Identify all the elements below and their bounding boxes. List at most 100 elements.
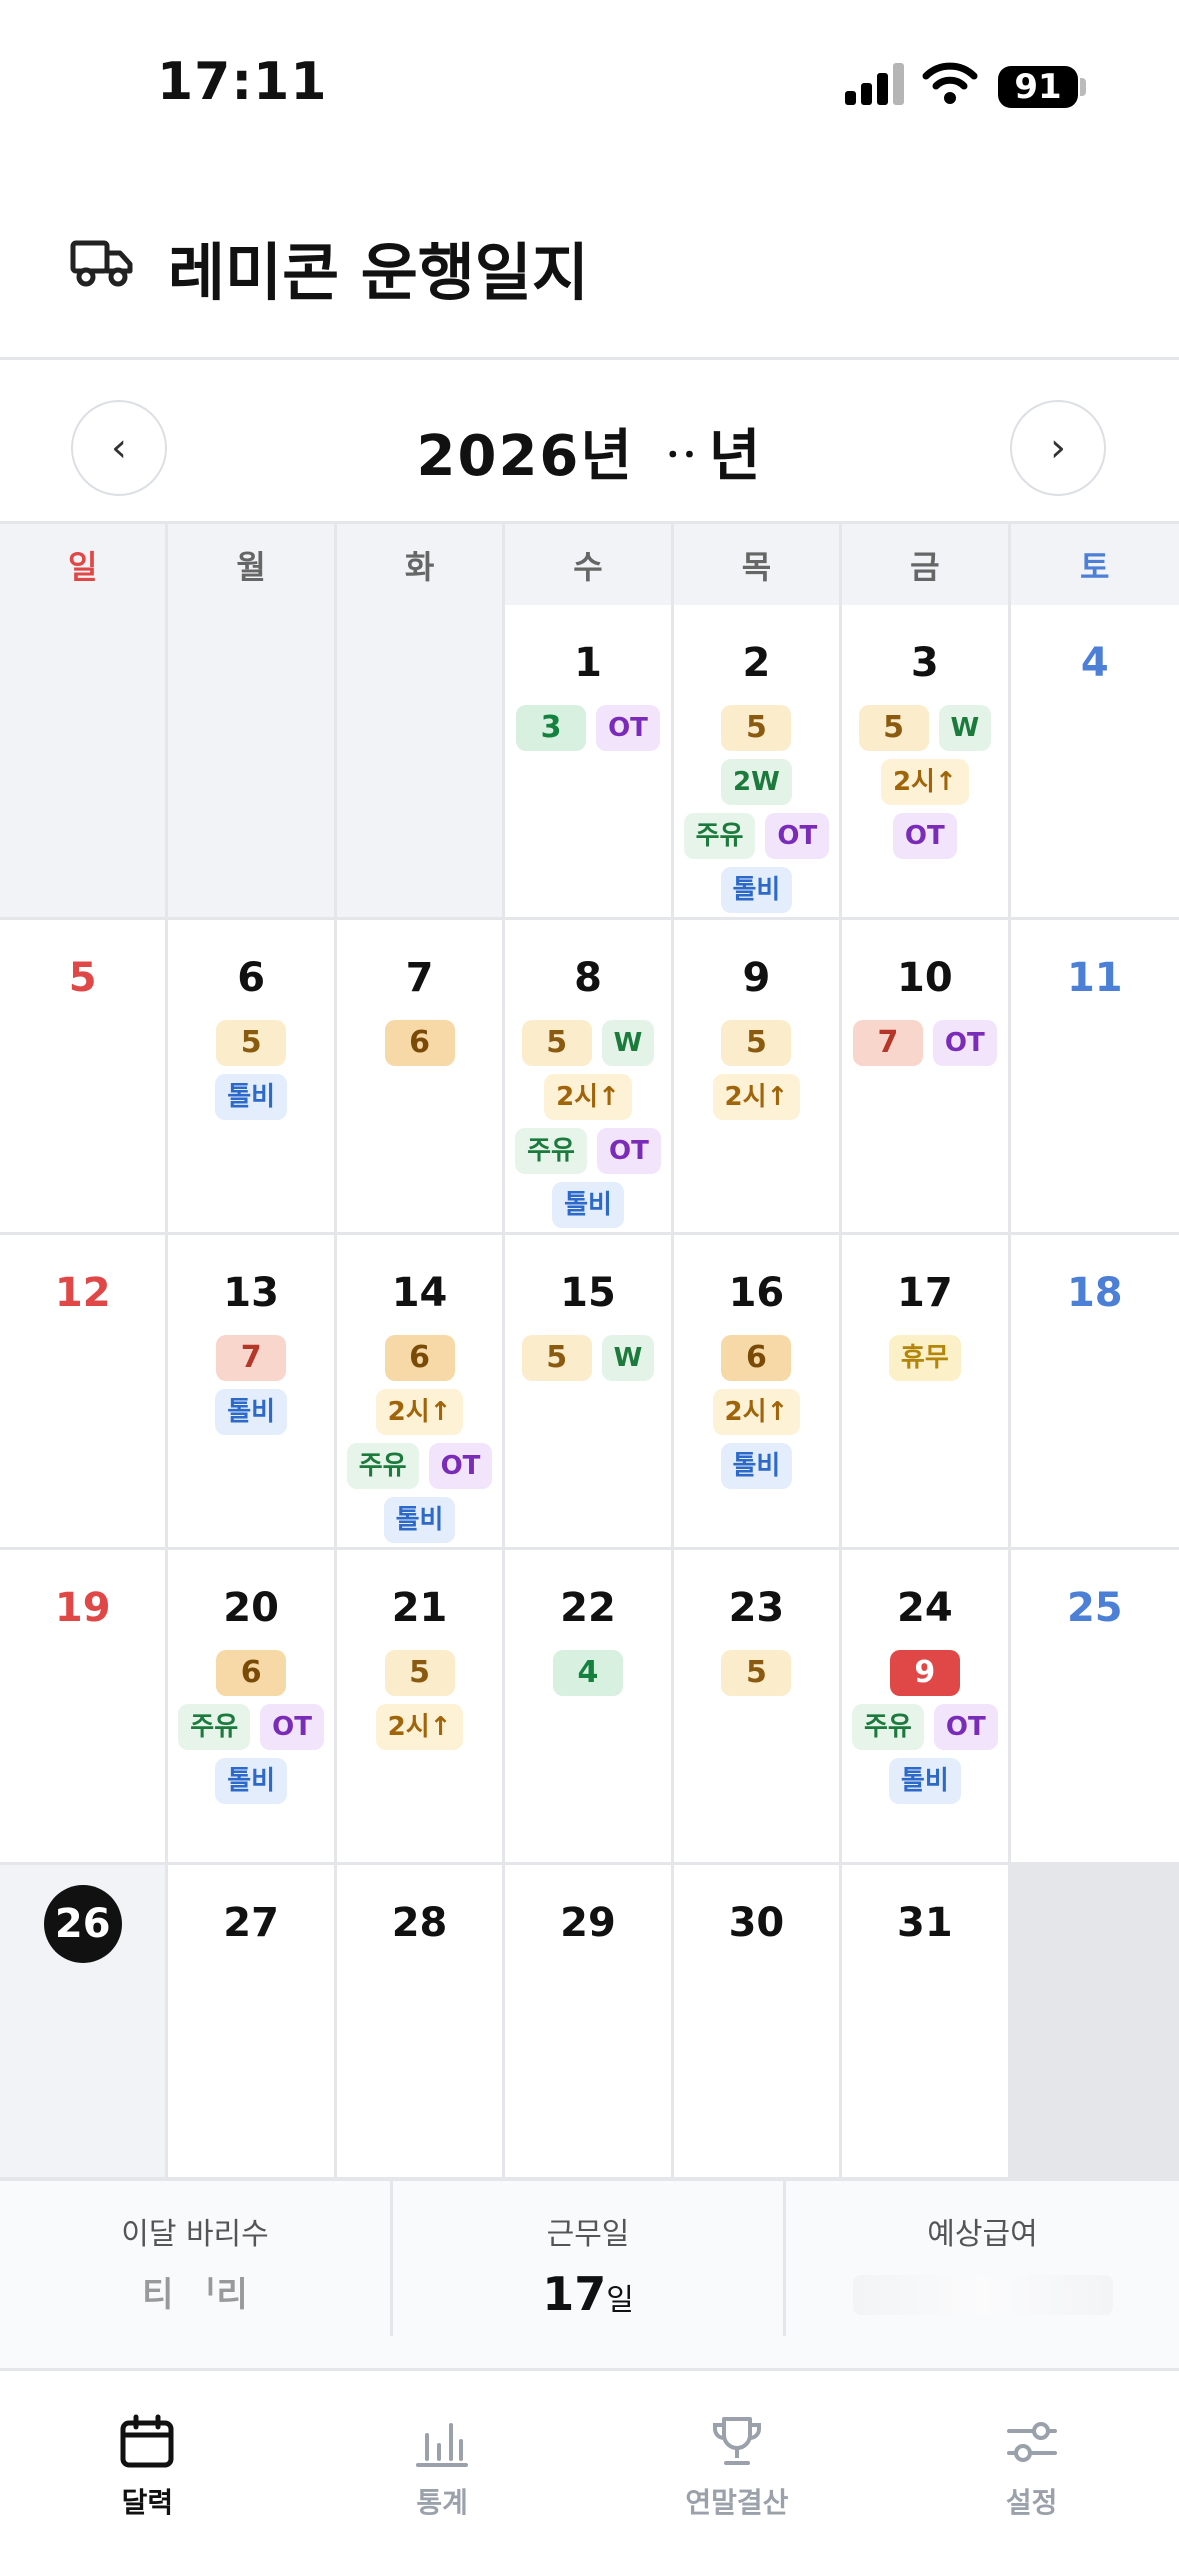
tab-year-end[interactable]: 연말결산	[590, 2371, 885, 2556]
sliders-icon	[1006, 2422, 1057, 2462]
weekday-label: 금	[842, 524, 1011, 605]
calendar-day-cell[interactable]: 9 5 2시↑	[673, 920, 843, 1235]
tag-badge: 톨비	[720, 1443, 793, 1489]
calendar-day-cell[interactable]: 8 5 W 2시↑ 주유 OT 톨비	[505, 920, 674, 1235]
calendar-day-cell[interactable]: 22 4	[505, 1550, 674, 1865]
calendar-day-cell[interactable]: 16 6 2시↑ 톨비	[673, 1235, 843, 1550]
trip-count-badge: 3	[516, 705, 587, 751]
date-number: 6	[237, 955, 266, 1001]
tag-badge: OT	[765, 813, 830, 859]
date-number: 3	[910, 640, 939, 686]
calendar-day-cell[interactable]: 31	[842, 1865, 1011, 2180]
date-number: 22	[560, 1585, 616, 1631]
next-month-button[interactable]: ›	[1010, 400, 1106, 496]
calendar-day-cell[interactable]: 6 5 톨비	[168, 920, 337, 1235]
trip-count-badge: 5	[521, 1335, 592, 1381]
calendar-day-cell[interactable]: 10 7 OT	[842, 920, 1011, 1235]
calendar-day-cell[interactable]: 21 5 2시↑	[336, 1550, 506, 1865]
calendar-day-cell[interactable]: 14 6 2시↑ 주유 OT 톨비	[336, 1235, 506, 1550]
tag-badge: W	[601, 1020, 655, 1066]
calendar-day-cell[interactable]: 12	[0, 1235, 169, 1550]
calendar-icon	[120, 2414, 174, 2468]
tag-badge: 휴무	[888, 1335, 961, 1381]
day-badges: 6	[337, 1006, 502, 1066]
tag-badge: 톨비	[215, 1389, 288, 1435]
calendar-day-cell[interactable]: 1 3 OT	[505, 605, 674, 920]
date-number: 12	[54, 1270, 111, 1316]
wifi-icon	[922, 62, 978, 104]
tag-badge: OT	[596, 1128, 661, 1174]
calendar-day-cell[interactable]: 28	[336, 1865, 506, 2180]
tag-badge: 주유	[852, 1704, 924, 1750]
date-number: 5	[68, 955, 97, 1001]
trip-count-badge: 6	[384, 1335, 455, 1381]
date-number: 8	[574, 955, 602, 1001]
trip-count-badge: 6	[721, 1335, 792, 1381]
tag-badge: 2시↑	[375, 1704, 464, 1750]
date-number: 10	[897, 955, 953, 1001]
trophy-icon	[712, 2417, 761, 2465]
trip-count-badge: 6	[384, 1020, 455, 1066]
calendar-day-cell[interactable]: 30	[673, 1865, 843, 2180]
trip-count-badge: 6	[216, 1650, 287, 1696]
calendar-day-cell[interactable]: 15 5 W	[505, 1235, 674, 1550]
trips-label: 이달 바리수	[121, 2217, 269, 2252]
calendar-day-cell[interactable]: 2 5 2W 주유 OT 톨비	[673, 605, 843, 920]
month-navigation: ‹ 2026년 ᆢ년 ›	[0, 363, 1179, 521]
date-number: 28	[391, 1900, 448, 1946]
weekday-label: 화	[336, 524, 506, 605]
calendar-day-cell[interactable]: 17 휴무	[842, 1235, 1011, 1550]
trip-count-badge: 7	[216, 1335, 287, 1381]
calendar-day-cell[interactable]: 20 6 주유 OT 톨비	[168, 1550, 337, 1865]
date-number: 11	[1066, 955, 1123, 1001]
trip-count-badge: 4	[552, 1650, 623, 1696]
tag-badge: 톨비	[552, 1182, 624, 1228]
calendar-day-cell[interactable]: 29	[505, 1865, 674, 2180]
calendar-day-cell[interactable]: 25	[1010, 1550, 1179, 1865]
tag-badge: 톨비	[888, 1758, 961, 1804]
calendar-day-cell[interactable]: 23 5	[673, 1550, 843, 1865]
trip-count-badge: 5	[216, 1020, 287, 1066]
date-number: 17	[897, 1270, 953, 1316]
weekday-header-row: 일월화수목금토	[0, 521, 1179, 605]
date-number: 30	[728, 1900, 785, 1946]
tab-settings[interactable]: 설정	[884, 2371, 1179, 2556]
calendar-day-cell[interactable]: 11	[1010, 920, 1179, 1235]
tag-badge: 2W	[721, 759, 792, 805]
day-badges: 5 2시↑	[337, 1636, 502, 1750]
day-badges: 6 2시↑ 톨비	[674, 1321, 839, 1489]
date-number: 4	[1080, 640, 1109, 686]
calendar-day-cell[interactable]: 27	[168, 1865, 337, 2180]
weekday-label: 월	[168, 524, 337, 605]
tag-badge: OT	[932, 1020, 997, 1066]
calendar-empty-cell	[1010, 1865, 1179, 2180]
calendar-day-cell[interactable]: 5	[0, 920, 169, 1235]
calendar-grid: 일월화수목금토 1 3 OT 2 5 2W 주유 OT 톨비 3 5 W 2시↑ OT 4 5 6 5 톨비 7 6 8 5…	[0, 521, 1179, 2180]
date-number: 31	[897, 1900, 953, 1946]
calendar-day-cell[interactable]: 4	[1010, 605, 1179, 920]
tag-badge: OT	[596, 705, 660, 751]
tab-stats[interactable]: 통계	[295, 2371, 590, 2556]
tag-badge: 톨비	[383, 1497, 456, 1543]
workdays-number: 17	[542, 2267, 607, 2321]
date-number: 20	[223, 1585, 279, 1631]
date-number: 7	[405, 955, 434, 1001]
trip-count-badge: 5	[721, 705, 792, 751]
trip-count-badge: 5	[721, 1020, 792, 1066]
weekday-label: 수	[505, 524, 674, 605]
calendar-day-cell[interactable]: 13 7 톨비	[168, 1235, 337, 1550]
date-number: 9	[742, 955, 771, 1001]
tab-label-year-end: 연말결산	[685, 2486, 789, 2519]
trip-count-badge: 7	[852, 1020, 923, 1066]
calendar-day-cell[interactable]: 76	[336, 920, 506, 1235]
calendar-day-cell[interactable]: 19	[0, 1550, 169, 1865]
tab-calendar[interactable]: 달력	[0, 2371, 295, 2556]
calendar-day-cell[interactable]: 18	[1010, 1235, 1179, 1550]
calendar-day-cell[interactable]: 24 9 주유 OT 톨비	[842, 1550, 1011, 1865]
calendar-day-cell[interactable]: 3 5 W 2시↑ OT	[842, 605, 1011, 920]
calendar-day-cell[interactable]: 26	[0, 1865, 169, 2180]
pay-value-redacted	[852, 2275, 1113, 2315]
bottom-tab-bar: 달력 통계 연말결산 설정	[0, 2368, 1179, 2556]
day-badges: 5 W 2시↑ OT	[842, 691, 1007, 859]
date-number: 23	[728, 1585, 785, 1631]
